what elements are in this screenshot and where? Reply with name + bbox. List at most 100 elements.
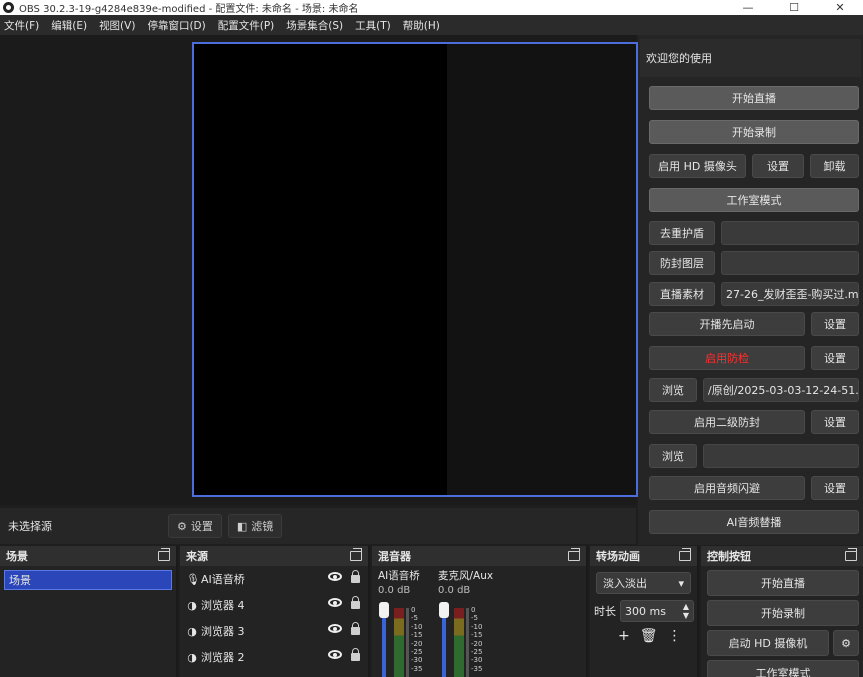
dock-audio-ducking-settings-button[interactable]: 设置 [811, 476, 859, 500]
lock-icon[interactable] [351, 622, 360, 635]
dock-material-path-field[interactable]: 27-26_发财歪歪-购买过.mp4 [721, 282, 859, 306]
welcome-label: 欢迎您的使用 [640, 39, 861, 77]
studio-mode-button[interactable]: 工作室模式 [707, 660, 859, 677]
browser-globe-icon: ◑ [187, 598, 197, 612]
controls-title: 控制按钮 [707, 550, 751, 563]
filter-icon: ◧ [236, 519, 248, 533]
menu-profile[interactable]: 配置文件(P) [218, 18, 275, 33]
source-item[interactable]: 🎙 AI语音桥 [180, 566, 368, 592]
minimize-button[interactable]: — [725, 0, 771, 15]
dock-start-first-button[interactable]: 开播先启动 [649, 312, 805, 336]
preview-canvas[interactable] [192, 42, 638, 497]
channel-db: 0.0 dB [438, 585, 471, 596]
source-item[interactable]: ◑ 浏览器 4 [180, 592, 368, 618]
channel-name: 麦克风/Aux [438, 570, 494, 582]
gear-icon[interactable]: ⚙ [833, 630, 859, 656]
level-meter-peak [466, 608, 469, 677]
undock-icon[interactable] [568, 548, 580, 561]
dock-secondary-ban-button[interactable]: 启用二级防封 [649, 410, 805, 434]
start-stream-button[interactable]: 开始直播 [707, 570, 859, 596]
dock-unload-button[interactable]: 卸载 [810, 154, 859, 178]
dock-audio-ducking-button[interactable]: 启用音频闪避 [649, 476, 805, 500]
dock-ai-audio-button[interactable]: AI音频替播 [649, 510, 859, 534]
maximize-button[interactable]: ☐ [771, 0, 817, 15]
menu-file[interactable]: 文件(F) [4, 18, 39, 33]
transition-select[interactable]: 淡入淡出 ▾ [596, 572, 691, 594]
close-button[interactable]: ✕ [817, 0, 863, 15]
dock-studio-mode-button[interactable]: 工作室模式 [649, 188, 859, 212]
sources-title: 来源 [186, 550, 208, 563]
volume-fader-handle[interactable] [439, 602, 449, 618]
dock-browse2-path-field[interactable] [703, 444, 859, 468]
dock-enable-hd-camera-button[interactable]: 启用 HD 摄像头 [649, 154, 746, 178]
lock-icon[interactable] [351, 570, 360, 583]
menu-view[interactable]: 视图(V) [99, 18, 135, 33]
add-icon[interactable]: + [618, 628, 630, 644]
start-record-button[interactable]: 开始录制 [707, 600, 859, 626]
dock-start-first-settings-button[interactable]: 设置 [811, 312, 859, 336]
dock-anti-detect-settings-button[interactable]: 设置 [811, 346, 859, 370]
source-settings-button[interactable]: ⚙ 设置 [168, 514, 222, 538]
gear-icon: ⚙ [177, 519, 187, 533]
visibility-eye-icon[interactable] [328, 650, 342, 659]
undock-icon[interactable] [158, 548, 170, 561]
duration-spinbox[interactable]: 300 ms ▲ ▼ [620, 600, 694, 622]
source-item[interactable]: ◑ 浏览器 2 [180, 644, 368, 670]
visibility-eye-icon[interactable] [328, 572, 342, 581]
window-title: OBS 30.2.3-19-g4284e839e-modified - 配置文件… [19, 4, 359, 15]
more-icon[interactable]: ⋮ [668, 628, 682, 644]
source-settings-label: 设置 [190, 520, 213, 533]
menu-edit[interactable]: 编辑(E) [51, 18, 87, 33]
scenes-header: 场景 [0, 546, 176, 566]
visibility-eye-icon[interactable] [328, 598, 342, 607]
visibility-eye-icon[interactable] [328, 624, 342, 633]
obs-logo-icon [3, 2, 14, 13]
dock-start-stream-button[interactable]: 开始直播 [649, 86, 859, 110]
dock-dedupe-field[interactable] [721, 221, 859, 245]
source-name: 浏览器 2 [201, 651, 245, 664]
browser-globe-icon: ◑ [187, 624, 197, 638]
menu-docks[interactable]: 停靠窗口(D) [147, 18, 205, 33]
no-source-label: 未选择源 [8, 520, 52, 533]
trash-icon[interactable]: 🗑 [640, 628, 658, 644]
duration-row: 时长 300 ms ▲ ▼ [594, 600, 697, 622]
scenes-title: 场景 [6, 550, 28, 563]
dock-anti-ban-layer-button[interactable]: 防封图层 [649, 251, 715, 275]
dock-dedupe-button[interactable]: 去重护盾 [649, 221, 715, 245]
menu-scene-collection[interactable]: 场景集合(S) [286, 18, 343, 33]
preview-right-region [447, 44, 636, 495]
source-filters-label: 滤镜 [251, 520, 274, 533]
duration-value: 300 ms [625, 604, 666, 618]
lock-icon[interactable] [351, 596, 360, 609]
lock-icon[interactable] [351, 648, 360, 661]
transitions-header: 转场动画 [590, 546, 697, 566]
menu-tools[interactable]: 工具(T) [355, 18, 391, 33]
source-filters-button[interactable]: ◧ 滤镜 [227, 514, 283, 538]
title-bar: OBS 30.2.3-19-g4284e839e-modified - 配置文件… [0, 0, 863, 15]
volume-fader-handle[interactable] [379, 602, 389, 618]
source-item[interactable]: ◑ 浏览器 3 [180, 618, 368, 644]
dock-secondary-ban-settings-button[interactable]: 设置 [811, 410, 859, 434]
dock-anti-detect-button[interactable]: 启用防检 [649, 346, 805, 370]
mixer-channel: AI语音桥 0.0 dB 0 -5 -10 -15 -20 -25 -30 -35 [378, 568, 438, 677]
level-meter [394, 608, 404, 677]
menu-help[interactable]: 帮助(H) [403, 18, 440, 33]
browser-globe-icon: ◑ [187, 650, 197, 664]
undock-icon[interactable] [679, 548, 691, 561]
transition-selected: 淡入淡出 [603, 577, 647, 590]
mixer-header: 混音器 [372, 546, 586, 566]
dock-start-record-button[interactable]: 开始录制 [649, 120, 859, 144]
dock-browse-button[interactable]: 浏览 [649, 378, 697, 402]
dock-camera-settings-button[interactable]: 设置 [752, 154, 804, 178]
spin-arrows-icon[interactable]: ▲ ▼ [683, 602, 689, 620]
level-meter [454, 608, 464, 677]
start-hd-camera-button[interactable]: 启动 HD 摄像机 [707, 630, 829, 656]
dock-browse-path-field[interactable]: /原创/2025-03-03-12-24-51.mkv [703, 378, 859, 402]
scene-item[interactable]: 场景 [4, 570, 172, 590]
undock-icon[interactable] [350, 548, 362, 561]
microphone-icon: 🎙 [186, 572, 200, 586]
dock-live-material-button[interactable]: 直播素材 [649, 282, 715, 306]
undock-icon[interactable] [845, 548, 857, 561]
dock-browse2-button[interactable]: 浏览 [649, 444, 697, 468]
dock-anti-ban-field[interactable] [721, 251, 859, 275]
